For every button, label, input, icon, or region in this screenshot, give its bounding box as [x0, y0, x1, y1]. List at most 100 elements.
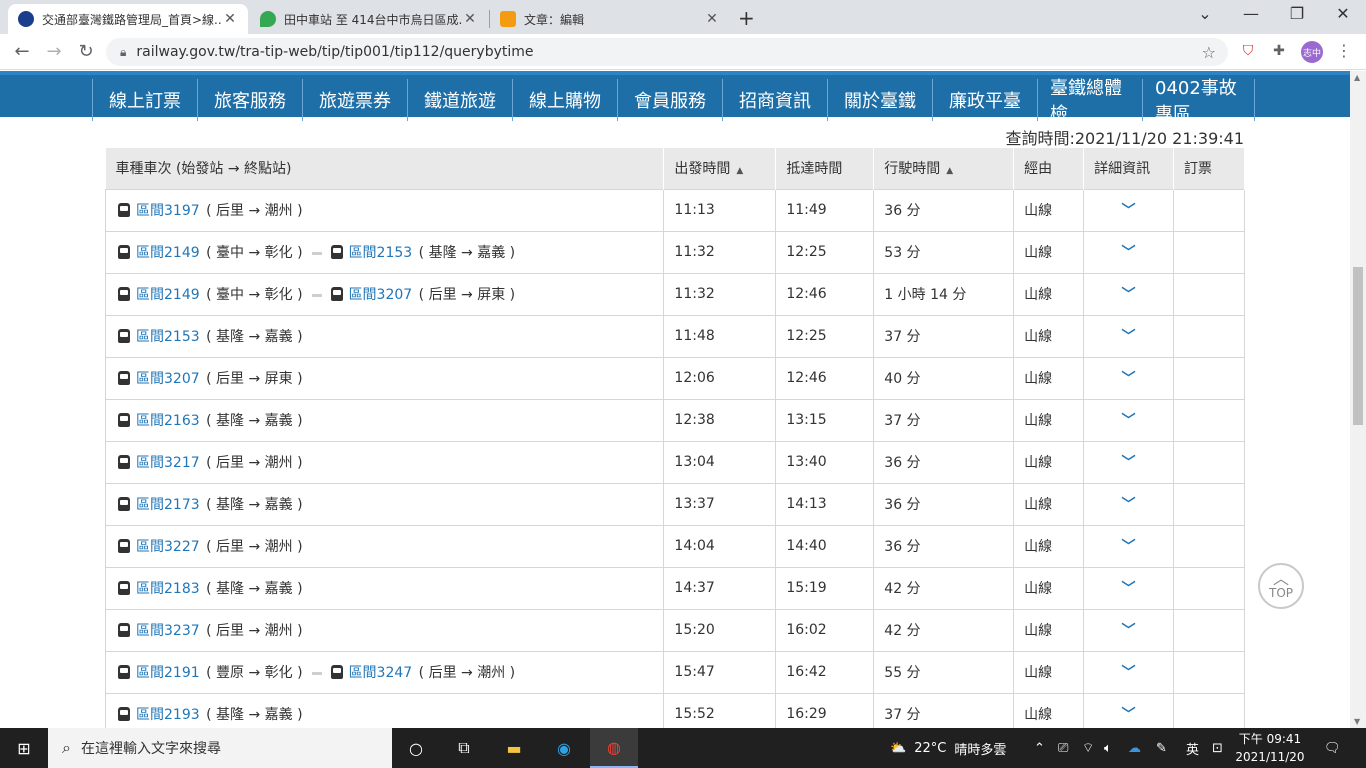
site-nav-item[interactable]: 會員服務 [617, 79, 722, 121]
site-nav-item[interactable]: 旅遊票券 [302, 79, 407, 121]
tab-maps[interactable]: 田中車站 至 414台中市烏日區成... ✕ [250, 4, 488, 34]
site-nav-item[interactable]: 0402事故專區 [1142, 78, 1255, 125]
depart-time: 11:13 [663, 188, 777, 232]
bookmark-star-icon[interactable]: ☆ [1202, 43, 1216, 62]
page-scrollbar[interactable]: ▲ ▼ [1350, 71, 1366, 728]
chevron-down-icon[interactable]: ﹀ [1084, 242, 1173, 262]
reload-icon[interactable]: ↻ [74, 41, 98, 62]
notification-icon[interactable]: 🗨︎ [1324, 728, 1341, 768]
windows-start-icon[interactable]: ⊞ [0, 728, 48, 768]
chevron-down-icon[interactable]: ﹀ [1084, 368, 1173, 388]
train-cell: 區間2149 ( 臺中 → 彰化 ) 區間2153 ( 基隆 → 嘉義 ) [104, 230, 665, 274]
chevron-down-icon[interactable]: ﹀ [1084, 452, 1173, 472]
chevron-down-icon[interactable]: ﹀ [1084, 662, 1173, 682]
windows-taskbar: ⊞ ⌕ 在這裡輸入文字來搜尋 ○ ⧉ ▬ ◉ ◍ ⛅ 22°C 晴時多雲 ⌃ ⎚… [0, 728, 1366, 768]
wifi-icon[interactable]: ⌔ [1082, 728, 1094, 768]
minimize-icon[interactable]: — [1228, 4, 1274, 23]
extensions-puzzle-icon[interactable]: ✚ [1269, 43, 1289, 63]
train-icon [330, 665, 343, 679]
lock-icon[interactable]: 🔒︎ [120, 45, 126, 60]
train-number-link[interactable]: 區間3207 [136, 371, 200, 387]
file-explorer-icon[interactable]: ▬ [490, 728, 538, 768]
chrome-icon[interactable]: ◍ [590, 728, 638, 768]
tab-railway[interactable]: 交通部臺灣鐵路管理局_首頁>線... ✕ [8, 4, 248, 34]
chevron-down-icon[interactable]: ﹀ [1084, 620, 1173, 640]
address-bar[interactable]: 🔒︎ railway.gov.tw/tra-tip-web/tip/tip001… [106, 38, 1228, 66]
depart-time: 13:37 [663, 482, 777, 526]
train-number-link[interactable]: 區間2183 [136, 581, 200, 597]
site-nav-item[interactable]: 關於臺鐵 [827, 79, 932, 121]
site-nav-item[interactable]: 線上訂票 [92, 79, 197, 121]
scrollbar-thumb[interactable] [1353, 267, 1363, 425]
task-view-icon[interactable]: ⧉ [440, 728, 488, 768]
taskbar-clock[interactable]: 下午 09:41 2021/11/20 [1234, 730, 1306, 766]
sort-asc-icon[interactable]: ▲ [736, 166, 743, 176]
site-nav-item[interactable]: 線上購物 [512, 79, 617, 121]
chevron-down-icon[interactable]: ﹀ [1084, 410, 1173, 430]
chevron-up-icon[interactable]: ⌃ [1034, 728, 1045, 768]
ime-mode-icon[interactable]: ⊡ [1212, 728, 1223, 768]
site-nav-item[interactable]: 廉政平臺 [932, 79, 1037, 121]
chevron-down-icon[interactable]: ﹀ [1084, 200, 1173, 220]
train-number-link[interactable]: 區間2193 [136, 707, 200, 723]
header-via: 經由 [1013, 148, 1085, 189]
weather-widget[interactable]: ⛅ 22°C 晴時多雲 [890, 728, 1006, 768]
train-number-link[interactable]: 區間3197 [136, 203, 200, 219]
profile-avatar[interactable]: 志中 [1301, 41, 1323, 63]
window-close-icon[interactable]: ✕ [1320, 4, 1366, 23]
site-nav-item[interactable]: 鐵道旅遊 [407, 79, 512, 121]
new-tab-button[interactable]: + [738, 6, 755, 30]
chevron-down-icon[interactable]: ﹀ [1084, 536, 1173, 556]
meet-now-icon[interactable]: ⎚ [1058, 728, 1068, 768]
back-icon[interactable]: ← [10, 41, 34, 62]
ime-indicator[interactable]: 英 [1186, 728, 1199, 768]
chevron-down-icon[interactable]: ﹀ [1084, 704, 1173, 724]
tab-blogger[interactable]: 文章：編輯 ✕ [490, 4, 730, 34]
close-icon[interactable]: ✕ [222, 11, 238, 27]
onedrive-icon[interactable]: ☁ [1128, 728, 1141, 768]
scroll-up-icon[interactable]: ▲ [1354, 73, 1360, 82]
train-number-link[interactable]: 區間2153 [349, 245, 413, 261]
header-duration[interactable]: 行駛時間 ▲ [873, 148, 1015, 189]
close-icon[interactable]: ✕ [462, 11, 478, 27]
site-nav-item[interactable]: 招商資訊 [722, 79, 827, 121]
header-depart[interactable]: 出發時間 ▲ [663, 148, 777, 189]
chevron-down-icon[interactable]: ﹀ [1084, 494, 1173, 514]
train-icon [118, 497, 130, 511]
maximize-icon[interactable]: ❐ [1274, 4, 1320, 23]
back-to-top-button[interactable]: ︿ TOP [1258, 563, 1304, 609]
train-number-link[interactable]: 區間2173 [136, 497, 200, 513]
more-menu-icon[interactable]: ⋮ [1336, 41, 1352, 60]
scroll-down-icon[interactable]: ▼ [1354, 717, 1360, 726]
volume-icon[interactable]: 🔈︎ [1104, 728, 1112, 768]
train-number-link[interactable]: 區間3227 [136, 539, 200, 555]
chevron-down-icon[interactable]: ﹀ [1084, 578, 1173, 598]
site-nav-item[interactable]: 旅客服務 [197, 79, 302, 121]
train-number-link[interactable]: 區間2149 [136, 287, 200, 303]
train-number-link[interactable]: 區間2149 [136, 245, 200, 261]
train-route: ( 豐原 → 彰化 ) [206, 665, 303, 681]
cortana-icon[interactable]: ○ [392, 728, 440, 768]
train-number-link[interactable]: 區間3237 [136, 623, 200, 639]
forward-icon[interactable]: → [42, 41, 66, 62]
chevron-down-icon[interactable]: ﹀ [1084, 284, 1173, 304]
train-number-link[interactable]: 區間3247 [349, 665, 413, 681]
taskbar-search-box[interactable]: ⌕ 在這裡輸入文字來搜尋 [48, 728, 392, 768]
train-icon [118, 539, 130, 553]
edge-icon[interactable]: ◉ [540, 728, 588, 768]
train-number-link[interactable]: 區間2191 [136, 665, 200, 681]
train-number-link[interactable]: 區間2153 [136, 329, 200, 345]
site-nav-item[interactable]: 臺鐵總體檢 [1037, 78, 1142, 125]
pen-icon[interactable]: ✎ [1156, 728, 1167, 768]
train-number-link[interactable]: 區間3207 [349, 287, 413, 303]
chevron-down-icon[interactable]: ﹀ [1084, 326, 1173, 346]
train-number-link[interactable]: 區間2163 [136, 413, 200, 429]
arrive-time: 12:25 [775, 230, 875, 274]
depart-time: 12:38 [663, 398, 777, 442]
close-icon[interactable]: ✕ [704, 11, 720, 27]
train-number-link[interactable]: 區間3217 [136, 455, 200, 471]
train-route: ( 后里 → 潮州 ) [206, 203, 303, 219]
sort-asc-icon[interactable]: ▲ [946, 166, 953, 176]
tab-search-icon[interactable]: ⌄ [1182, 4, 1228, 23]
shield-extension-icon[interactable]: ⛉ [1238, 43, 1258, 63]
